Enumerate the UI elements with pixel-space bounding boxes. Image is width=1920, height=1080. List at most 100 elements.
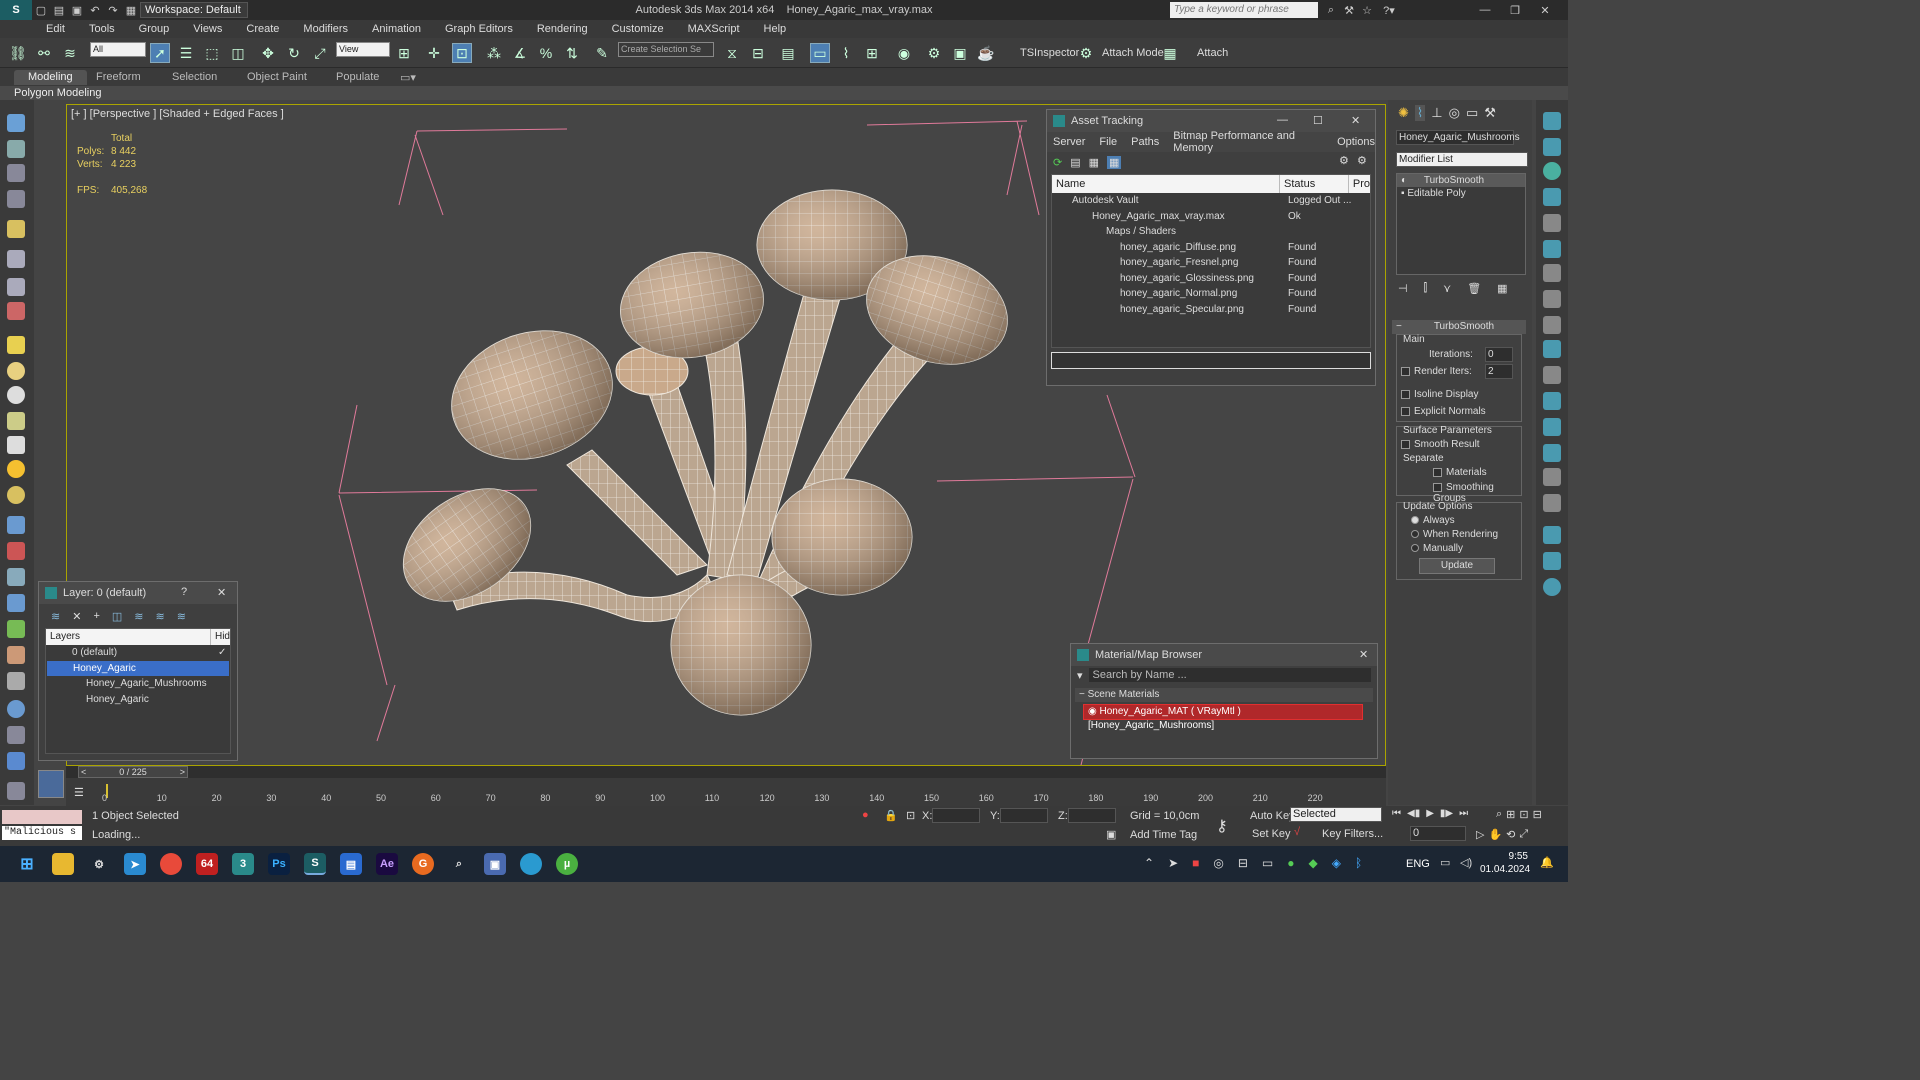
tray-telegram-icon[interactable]: ➤ [1168,856,1178,870]
after-effects-icon[interactable]: Ae [376,853,398,875]
object-name-input[interactable]: Honey_Agaric_Mushrooms [1396,130,1520,145]
maximize-icon[interactable]: ☐ [1313,114,1323,127]
configure-sets-icon[interactable]: ▦ [1497,282,1507,295]
window-crossing-icon[interactable]: ◫ [228,43,248,63]
time-slider-track[interactable] [66,766,1386,778]
close-icon[interactable]: ✕ [1359,648,1368,661]
keyboard-shortcut-icon[interactable]: ⊡ [452,43,472,63]
layer-row[interactable]: 0 (default) ✓ [46,645,230,661]
search-input[interactable]: Type a keyword or phrase [1170,2,1318,18]
menu-animation[interactable]: Animation [372,23,421,35]
table-row[interactable]: honey_agaric_Glossiness.png Found [1052,271,1370,287]
compound-tool-icon[interactable] [7,594,25,612]
delete-layer-icon[interactable]: ✕ [72,610,81,623]
tool-9-icon[interactable] [1543,316,1561,334]
menu-group[interactable]: Group [139,23,170,35]
layer-row[interactable]: Honey_Agaric [46,692,230,708]
menu-create[interactable]: Create [246,23,279,35]
max-64-icon[interactable]: 64 [196,853,218,875]
show-end-result-icon[interactable]: ⫿ [1424,282,1428,295]
maximize-viewport-icon[interactable]: ⤢ [1519,828,1528,841]
freeze-all-icon[interactable]: ≋ [177,610,186,623]
spacewarp-tool-icon[interactable] [7,302,25,320]
scene-materials-group[interactable]: − Scene Materials [1075,688,1373,702]
thumbnail-icon[interactable]: ▦ [1089,156,1099,169]
script-tool-icon[interactable] [7,672,25,690]
ribbon-options-icon[interactable]: ▭▾ [400,71,416,84]
close-icon[interactable]: ✕ [1351,114,1360,127]
menu-graph-editors[interactable]: Graph Editors [445,23,513,35]
curve-editor-icon[interactable]: ⌇ [836,43,856,63]
schematic-view-icon[interactable]: ⊞ [862,43,882,63]
mushroom-model[interactable] [382,189,1021,716]
tool-18-icon[interactable] [1543,552,1561,570]
monitor-icon[interactable]: ▭ [1440,856,1450,869]
add-to-layer-icon[interactable]: + [93,610,99,622]
key-filters-button[interactable]: Key Filters... [1322,828,1383,840]
vault-icon[interactable]: ⚙ [1339,154,1349,167]
3dsmax-icon[interactable]: 3 [232,853,254,875]
time-tag-icon[interactable]: ▣ [1106,828,1116,841]
tool-5-icon[interactable] [1543,214,1561,232]
tsinspector-button[interactable]: TSInspector [1020,47,1079,59]
selection-filter-dropdown[interactable]: All [90,42,146,57]
maxscript-listener[interactable]: "Malicious s [2,826,82,840]
tool-2-icon[interactable] [1543,138,1561,156]
x-coordinate-input[interactable] [932,808,980,823]
table-row[interactable]: Maps / Shaders [1052,224,1370,240]
add-time-tag-button[interactable]: Add Time Tag [1130,829,1197,841]
bind-space-warp-icon[interactable]: ≋ [60,43,80,63]
chrome-icon[interactable] [160,853,182,875]
fov-icon[interactable]: ▷ [1476,828,1484,841]
save-icon[interactable]: ▣ [68,2,86,18]
network-tool-icon[interactable] [7,752,25,770]
menu-views[interactable]: Views [193,23,222,35]
tool-8-icon[interactable] [1543,290,1561,308]
table-view-icon[interactable]: ▦ [1107,155,1122,169]
list-tool-icon[interactable] [7,164,25,182]
render-sphere-icon[interactable] [7,700,25,718]
close-icon[interactable]: ✕ [1530,2,1560,18]
explicit-normals-row[interactable]: Explicit Normals [1401,406,1486,417]
track-filter-icon[interactable]: ☰ [74,786,84,799]
menu-edit[interactable]: Edit [46,23,65,35]
render-iters-checkbox[interactable] [1401,366,1410,376]
menu-customize[interactable]: Customize [612,23,664,35]
cone-tool-icon[interactable] [7,436,25,454]
camera-tool-icon[interactable] [7,250,25,268]
render-iters-row[interactable]: Render Iters: [1401,366,1472,377]
column-name[interactable]: Name [1052,175,1281,193]
bone-tool-icon[interactable] [7,568,25,586]
sphere-tool-icon[interactable] [7,362,25,380]
polygon-modeling-label[interactable]: Polygon Modeling [14,87,101,99]
telegram-icon[interactable]: ➤ [124,853,146,875]
menu-options[interactable]: Options [1337,136,1375,148]
manually-radio[interactable]: Manually [1411,543,1463,554]
search-app-icon[interactable]: ⌕ [448,853,470,875]
table-row[interactable]: Honey_Agaric_max_vray.max Ok [1052,209,1370,225]
snap-icon[interactable]: ⁂ [484,43,504,63]
tool-1-icon[interactable] [1543,112,1561,130]
tray-headset-icon[interactable]: ◎ [1213,856,1223,870]
tool-16-icon[interactable] [1543,494,1561,512]
table-row[interactable]: honey_agaric_Specular.png Found [1052,302,1370,318]
refresh-icon[interactable]: ⟳ [1053,156,1062,169]
modify-tab-icon[interactable]: ⌇ [1414,105,1426,121]
menu-maxscript[interactable]: MAXScript [688,23,740,35]
material-search-input[interactable]: Search by Name ... [1088,668,1371,682]
modifier-turbosmooth[interactable]: ◐ TurboSmooth [1397,174,1525,187]
torus-tool-icon[interactable] [7,412,25,430]
table-row[interactable]: honey_agaric_Fresnel.png Found [1052,255,1370,271]
tray-network-icon[interactable]: ⊟ [1238,856,1248,870]
hierarchy-tab-icon[interactable]: ⊥ [1431,105,1442,121]
tool-14-icon[interactable] [1543,444,1561,462]
undo-icon[interactable]: ↶ [86,2,104,18]
tool-13-icon[interactable] [1543,418,1561,436]
highlight-layer-icon[interactable]: ≋ [134,610,143,623]
make-unique-icon[interactable]: ⋎ [1443,282,1451,295]
hair-tool-icon[interactable] [7,646,25,664]
tool-7-icon[interactable] [1543,264,1561,282]
layer-row-selected[interactable]: Honey_Agaric [47,660,229,676]
menu-help[interactable]: Help [764,23,787,35]
app-g-icon[interactable]: G [412,853,434,875]
